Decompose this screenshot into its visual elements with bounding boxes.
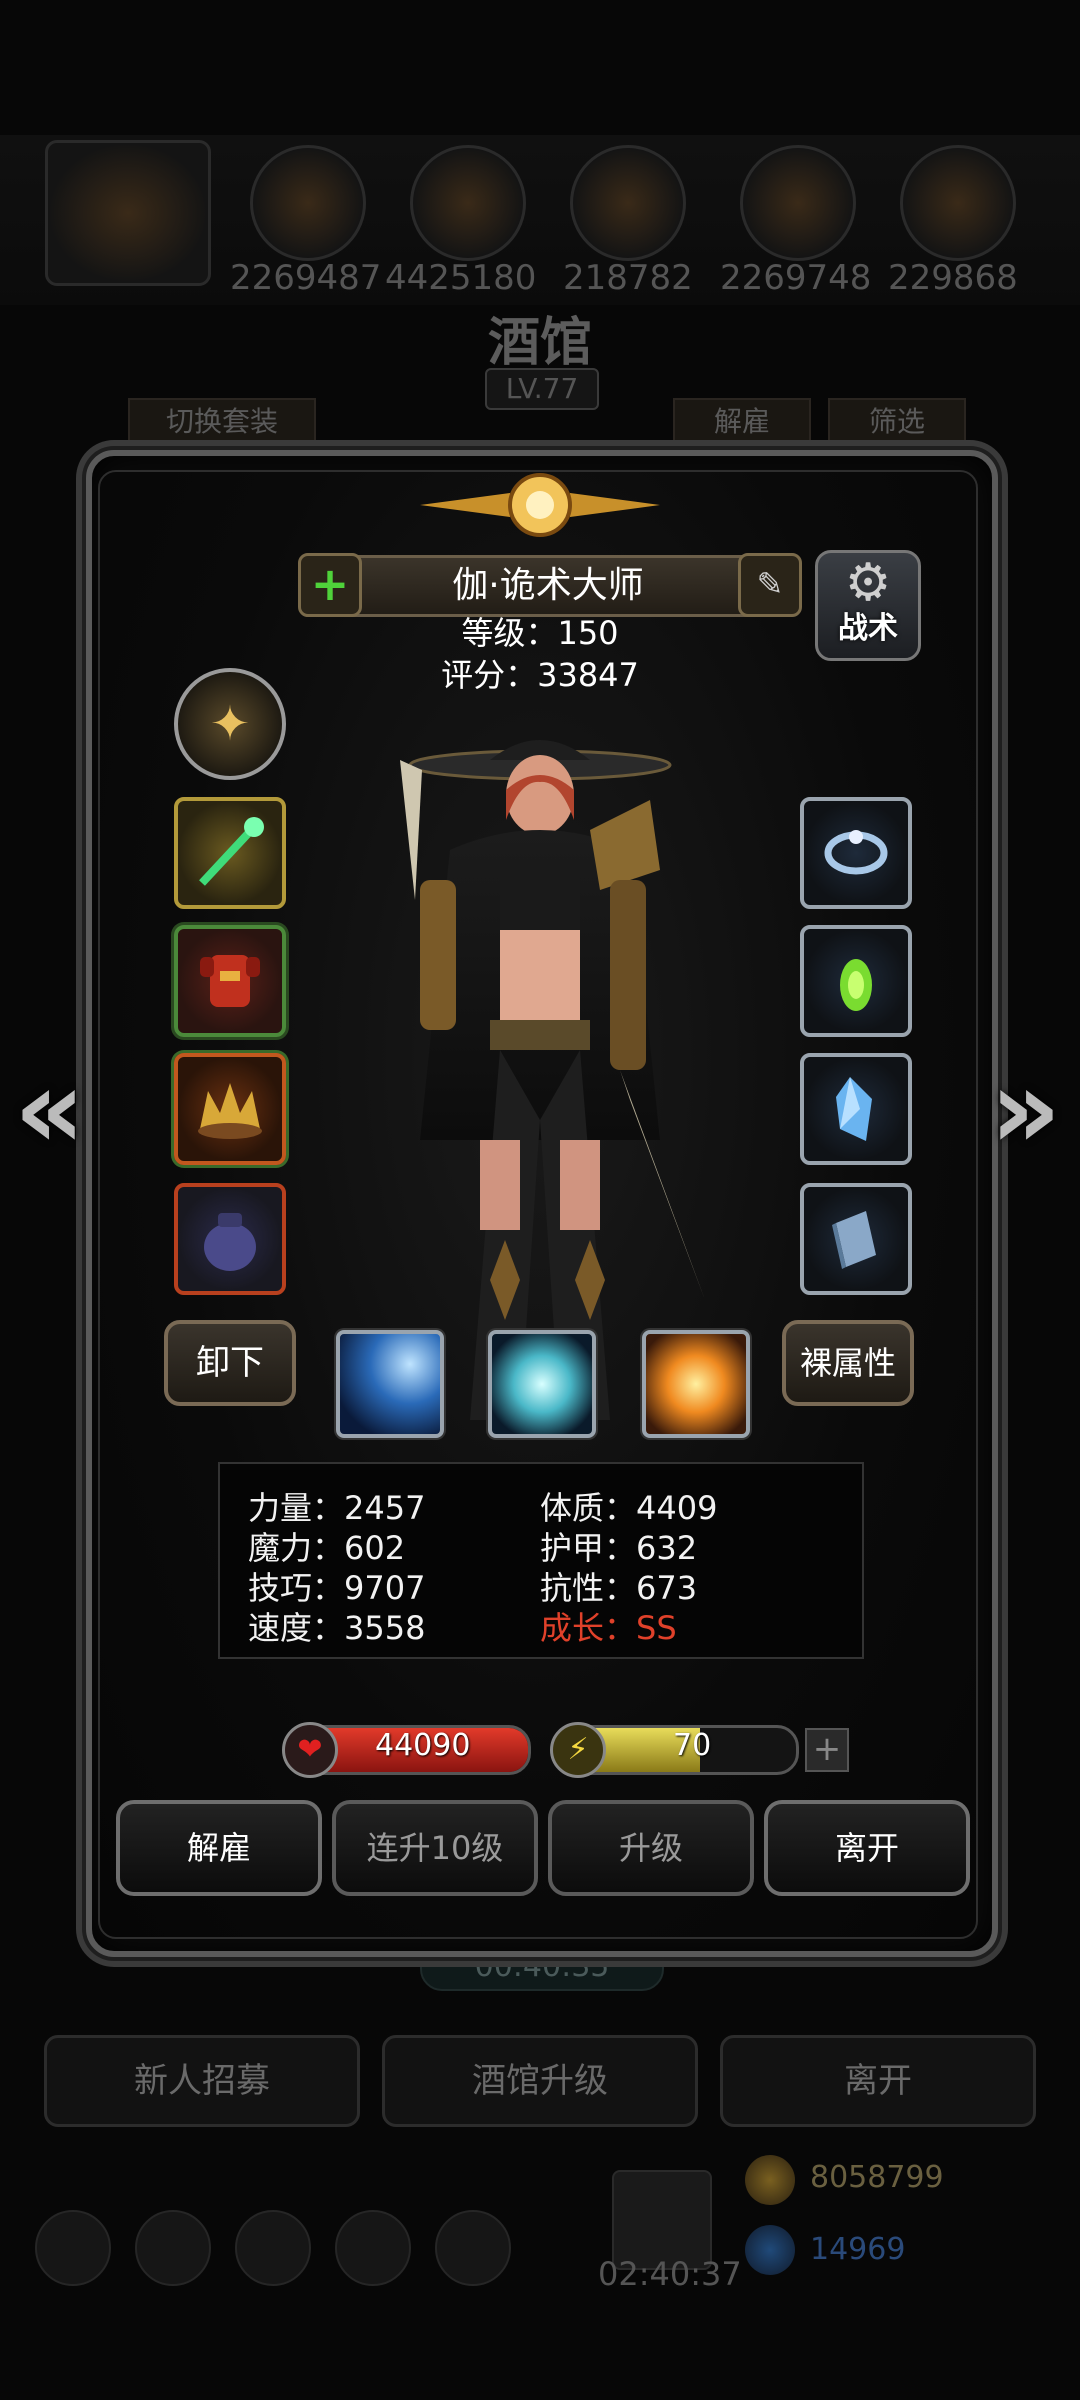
resource-slot-3-icon	[570, 145, 686, 261]
resource-value-3: 218782	[563, 258, 693, 298]
bottom-nav-icon-3	[235, 2210, 311, 2286]
hero-score: 评分：33847	[441, 656, 639, 694]
dismiss-tab: 解雇	[673, 398, 811, 446]
bottom-nav-icon-4	[335, 2210, 411, 2286]
dark-pouch-icon[interactable]	[174, 1183, 286, 1295]
tavern-title: 酒馆	[487, 312, 592, 373]
gear-icon: ⚙	[844, 553, 892, 613]
crystal-shard-icon[interactable]	[800, 1053, 912, 1165]
resource-slot-1-icon	[250, 145, 366, 261]
resource-value-4: 2269748	[720, 258, 872, 298]
tavern-level: LV.77	[485, 368, 599, 410]
gem-amount: 14969	[810, 2232, 906, 2267]
whirlwind-skill-icon[interactable]	[488, 1330, 596, 1438]
filter-tab: 筛选	[828, 398, 966, 446]
resource-slot-2-icon	[410, 145, 526, 261]
bottom-nav-icon-1	[35, 2210, 111, 2286]
level-up-10-button[interactable]: 连升10级	[332, 1800, 538, 1896]
attr-speed: 速度：3558	[248, 1609, 426, 1647]
class-badge-icon[interactable]: ✦	[174, 668, 286, 780]
tavern-leave-button: 离开	[720, 2035, 1036, 2127]
tome-icon[interactable]	[800, 1183, 912, 1295]
energy-value: 70	[673, 1728, 712, 1763]
level-up-button[interactable]: 升级	[548, 1800, 754, 1896]
light-beam-skill-icon[interactable]	[336, 1330, 444, 1438]
switch-outfit-tab: 切换套装	[128, 398, 316, 446]
hp-value: 44090	[375, 1728, 471, 1763]
crimson-armor-icon[interactable]	[174, 925, 286, 1037]
unequip-button[interactable]: 卸下	[164, 1320, 296, 1406]
previous-hero-arrow-icon[interactable]: «	[14, 1045, 85, 1173]
heart-icon: ❤	[282, 1722, 338, 1778]
next-hero-arrow-icon[interactable]: »	[990, 1045, 1061, 1173]
emerald-staff-icon[interactable]	[174, 797, 286, 909]
tavern-upgrade-button: 酒馆升级	[382, 2035, 698, 2127]
resource-value-5: 229868	[888, 258, 1018, 298]
add-energy-button[interactable]: +	[805, 1728, 849, 1772]
tavern-portrait	[45, 140, 211, 286]
naked-attributes-button[interactable]: 裸属性	[782, 1320, 914, 1406]
gold-coin-icon	[745, 2155, 795, 2205]
resource-value-1: 2269487	[230, 258, 382, 298]
recruit-button: 新人招募	[44, 2035, 360, 2127]
gem-icon	[745, 2225, 795, 2275]
bottom-nav-icon-5	[435, 2210, 511, 2286]
resource-slot-5-icon	[900, 145, 1016, 261]
explosion-skill-icon[interactable]	[642, 1330, 750, 1438]
resource-slot-4-icon	[740, 145, 856, 261]
ring-icon[interactable]	[800, 797, 912, 909]
attr-growth: 成长：SS	[540, 1609, 677, 1647]
bottom-nav-icon-2	[135, 2210, 211, 2286]
leave-button[interactable]: 离开	[764, 1800, 970, 1896]
green-amulet-icon[interactable]	[800, 925, 912, 1037]
bottom-timer: 02:40:37	[598, 2255, 742, 2293]
crown-helm-icon[interactable]	[174, 1053, 286, 1165]
sun-emblem-icon	[420, 465, 660, 545]
hero-level: 等级：150	[461, 614, 619, 652]
resource-value-2: 4425180	[385, 258, 537, 298]
gold-amount: 8058799	[810, 2160, 944, 2195]
lightning-icon: ⚡	[550, 1722, 606, 1778]
dismiss-button[interactable]: 解雇	[116, 1800, 322, 1896]
